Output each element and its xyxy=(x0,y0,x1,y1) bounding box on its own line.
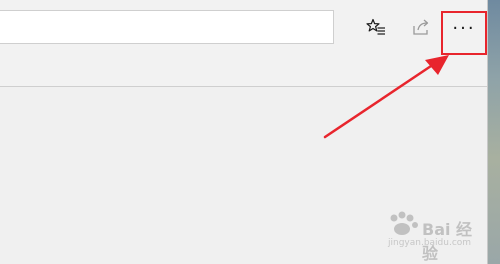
watermark-url: jingyan.baidu.com xyxy=(388,238,472,248)
watermark: Bai 经验 jingyan.baidu.com xyxy=(382,208,482,263)
more-dots-icon: ··· xyxy=(452,18,476,39)
star-list-icon xyxy=(366,18,385,35)
browser-toolbar: ··· xyxy=(0,0,488,62)
paw-logo-icon xyxy=(390,211,418,235)
share-icon xyxy=(413,19,429,35)
share-button[interactable] xyxy=(410,16,432,38)
favorites-button[interactable] xyxy=(365,16,387,38)
desktop-background-strip xyxy=(488,0,500,264)
more-actions-button[interactable]: ··· xyxy=(441,11,487,55)
address-bar[interactable] xyxy=(0,10,334,44)
